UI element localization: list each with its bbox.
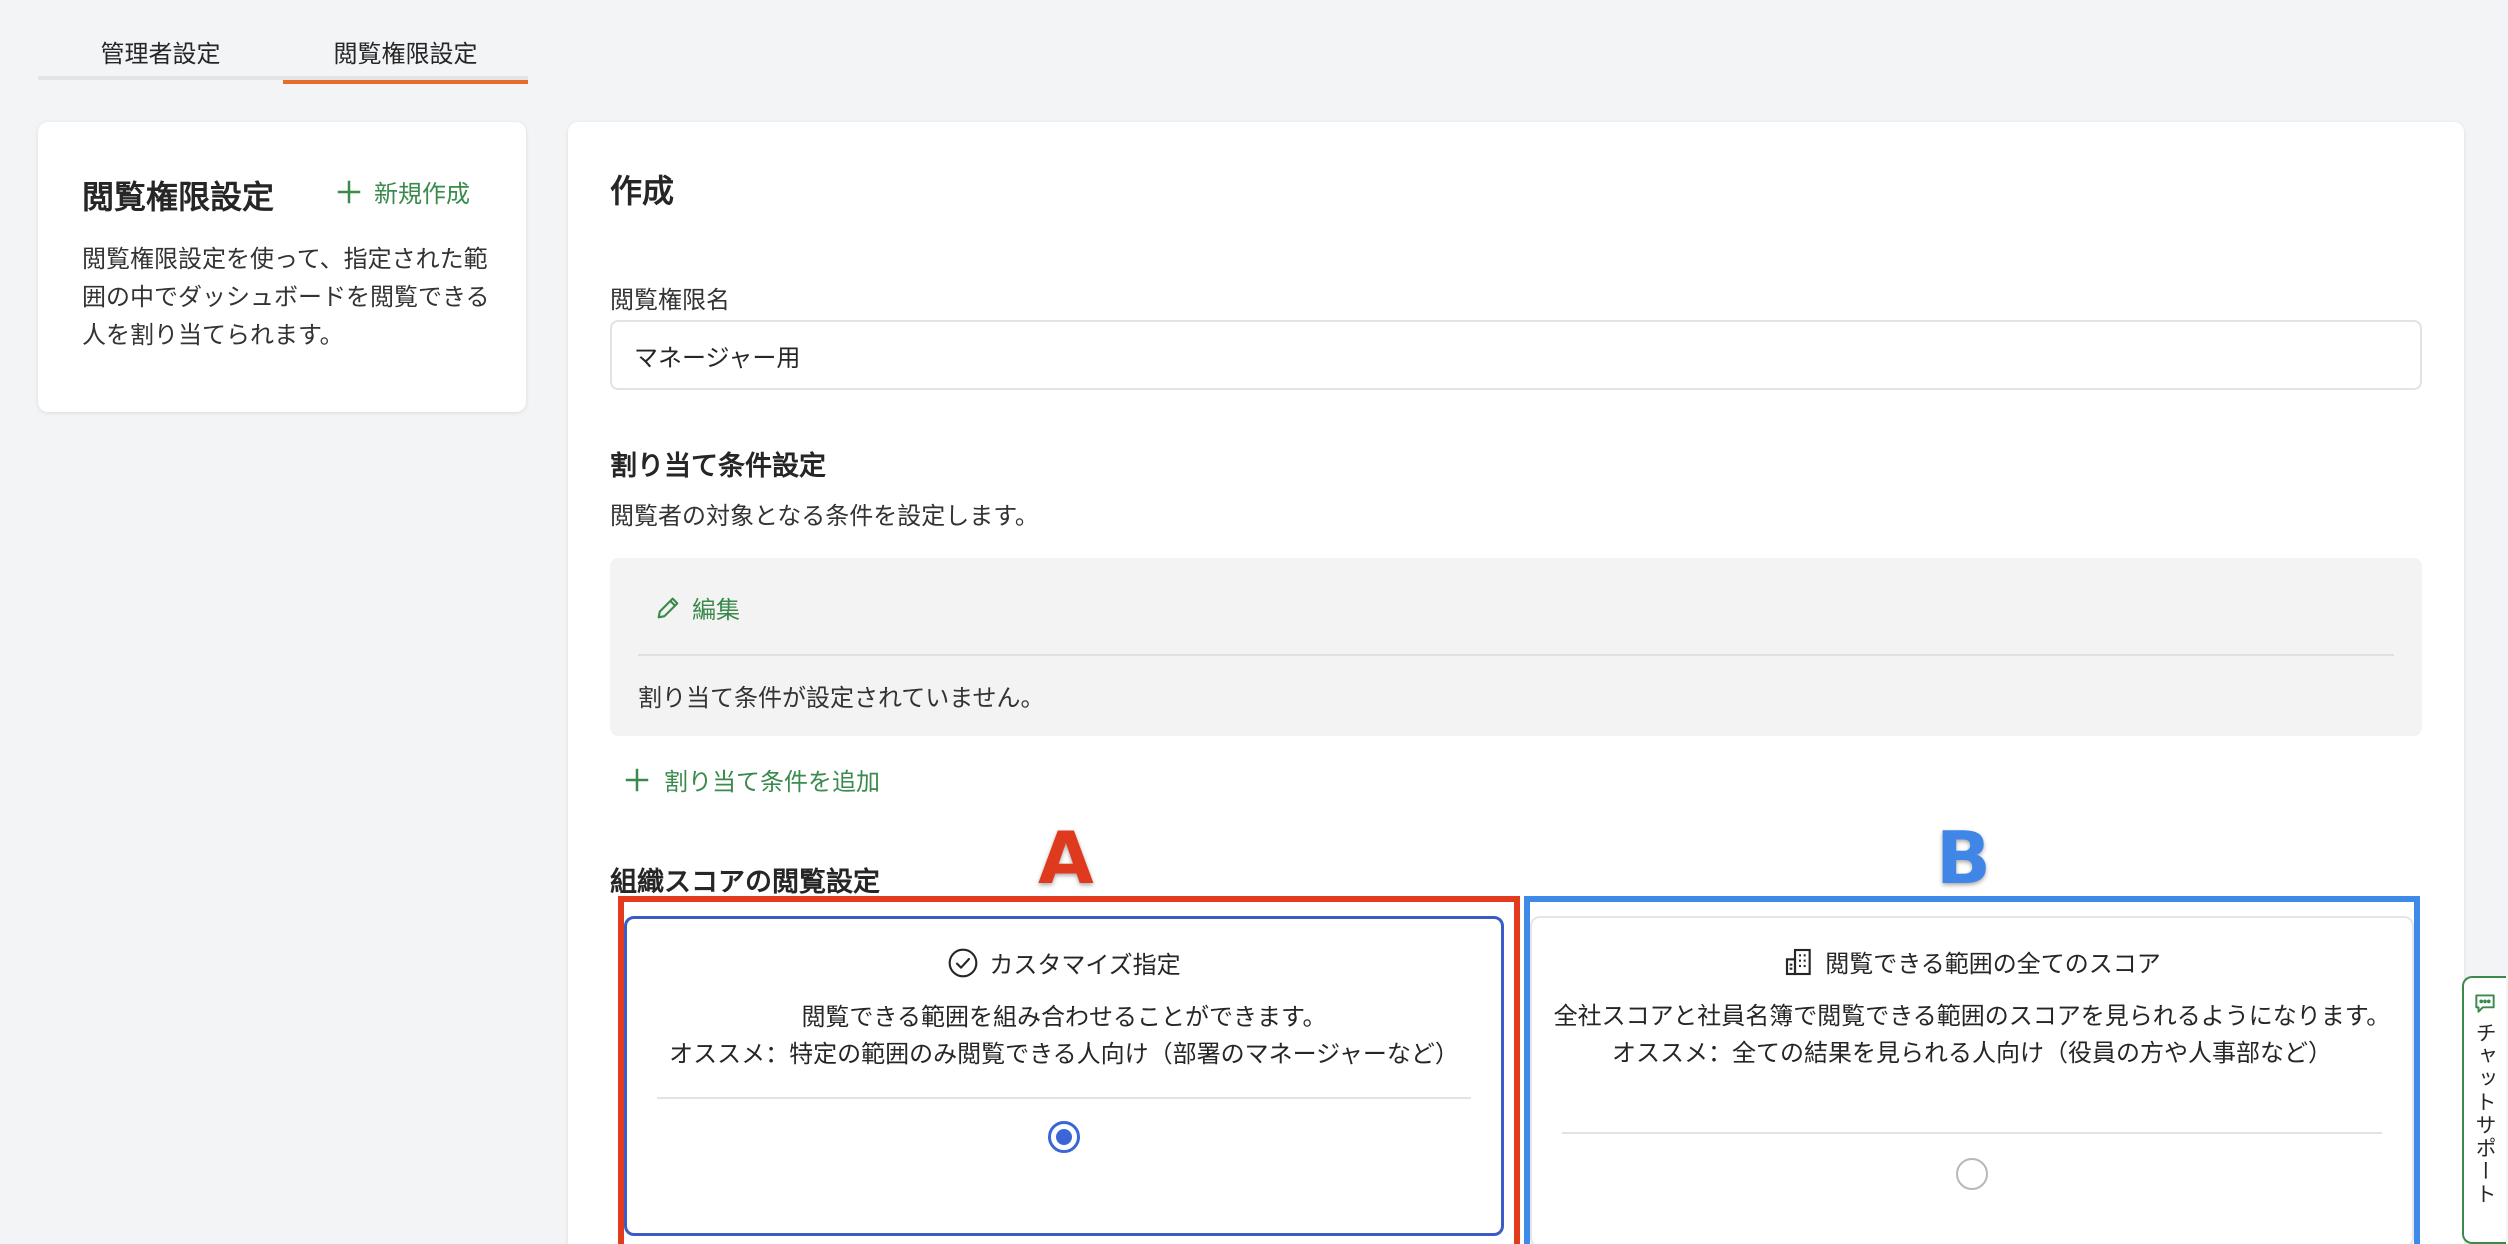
tab-view-permission-settings[interactable]: 閲覧権限設定 <box>283 24 528 84</box>
sidebar-description: 閲覧権限設定を使って、指定された範囲の中でダッシュボードを閲覧できる人を割り当て… <box>82 245 490 349</box>
permission-name-label: 閲覧権限名 <box>610 286 730 314</box>
assign-conditions-description: 閲覧者の対象となる条件を設定します。 <box>610 502 1039 530</box>
add-condition-button[interactable]: 割り当て条件を追加 <box>622 762 880 797</box>
score-view-settings-title: 組織スコアの閲覧設定 <box>610 867 880 898</box>
chat-support-label: チャットサポート <box>2473 1022 2497 1206</box>
chat-support-button[interactable]: チャットサポート <box>2462 976 2506 1244</box>
chat-bubble-icon <box>2475 994 2495 1013</box>
annotation-letter-a: A <box>1036 814 1096 902</box>
conditions-box: 編集 割り当て条件が設定されていません。 <box>610 558 2422 736</box>
divider <box>638 654 2394 656</box>
annotation-letter-b: B <box>1934 814 1993 902</box>
assign-conditions-title: 割り当て条件設定 <box>610 451 826 482</box>
tab-bar: 管理者設定 閲覧権限設定 <box>38 24 528 84</box>
add-condition-label: 割り当て条件を追加 <box>664 768 880 796</box>
edit-label: 編集 <box>692 596 740 624</box>
no-conditions-text: 割り当て条件が設定されていません。 <box>638 684 1045 712</box>
annotation-outline-b <box>1524 896 2420 1244</box>
edit-conditions-button[interactable]: 編集 <box>654 590 740 625</box>
sidebar-card: 閲覧権限設定 新規作成 閲覧権限設定を使って、指定された範囲の中でダッシュボード… <box>38 122 526 412</box>
annotation-outline-a <box>618 896 1520 1244</box>
new-create-label: 新規作成 <box>374 180 470 208</box>
permission-name-input[interactable] <box>610 320 2422 390</box>
tab-admin-settings[interactable]: 管理者設定 <box>38 24 283 80</box>
page-title: 作成 <box>610 172 675 210</box>
create-form-card: 作成 閲覧権限名 割り当て条件設定 閲覧者の対象となる条件を設定します。 編集 … <box>568 122 2464 1244</box>
new-create-button[interactable]: 新規作成 <box>334 174 470 209</box>
plus-icon <box>337 180 361 203</box>
pencil-icon <box>657 597 679 618</box>
plus-icon <box>625 768 649 791</box>
sidebar-title: 閲覧権限設定 <box>82 178 275 216</box>
